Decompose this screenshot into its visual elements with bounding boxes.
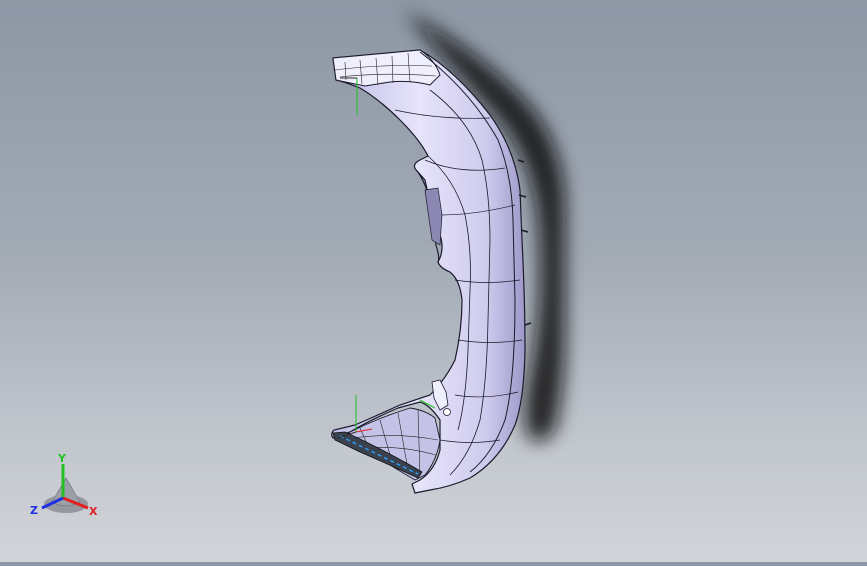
view-orientation-triad[interactable]: Y X Z bbox=[28, 448, 104, 524]
mount-hole bbox=[443, 408, 451, 416]
model-canvas[interactable] bbox=[0, 0, 867, 562]
3d-viewport[interactable] bbox=[0, 0, 867, 562]
triad-y-label: Y bbox=[57, 452, 67, 465]
triad-z-label: Z bbox=[30, 504, 38, 517]
wheel-arch-inner bbox=[424, 187, 443, 246]
triad-graphic: Y X Z bbox=[30, 452, 98, 518]
triad-x-label: X bbox=[89, 505, 98, 518]
